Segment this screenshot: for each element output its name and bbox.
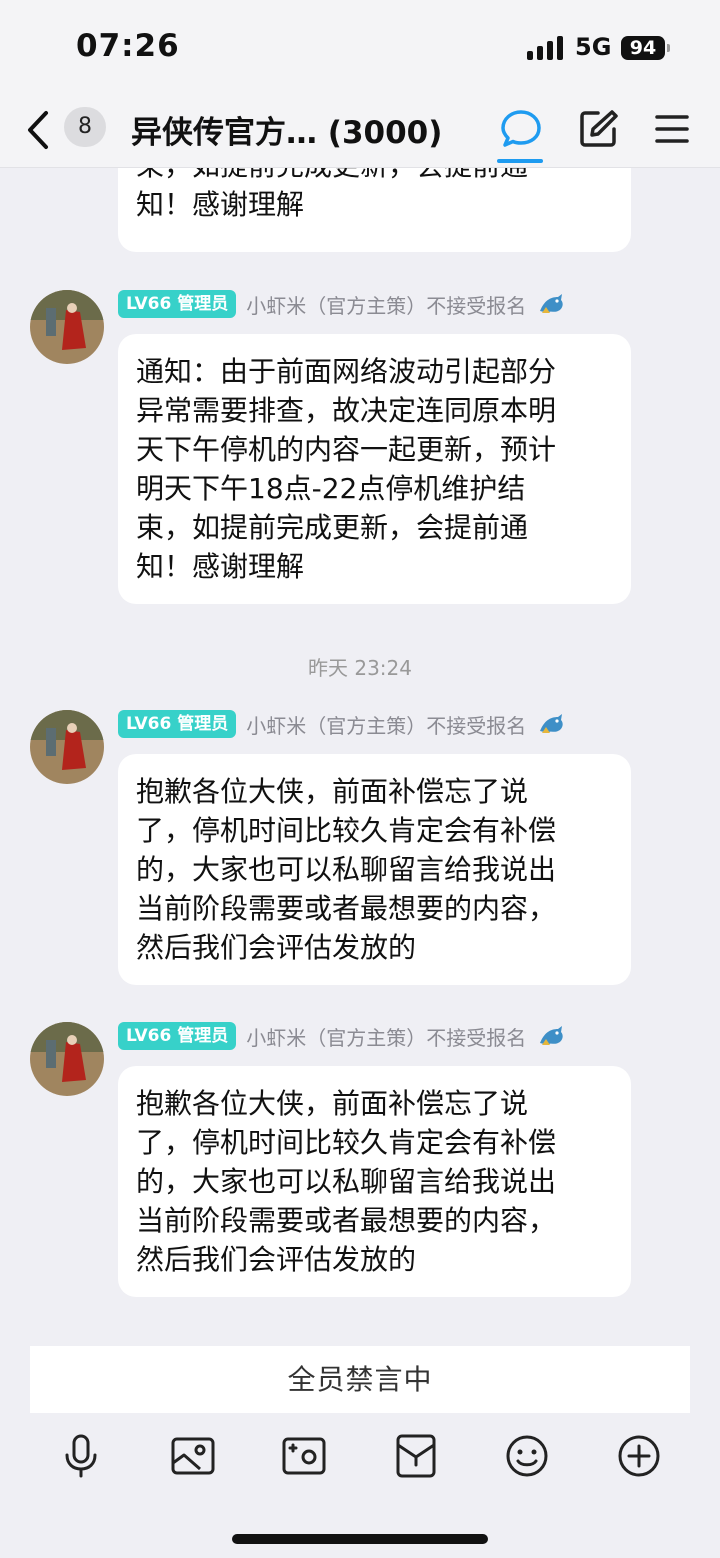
chat-bubble-icon[interactable] [499,107,543,151]
avatar[interactable] [30,710,104,784]
emoji-icon[interactable] [504,1433,550,1479]
avatar[interactable] [30,1022,104,1096]
message-text: 通知：由于前面网络波动引起部分 异常需要排查，故决定连同原本明 天下午停机的内容… [136,355,557,583]
message-timestamp: 昨天 23:24 [308,656,412,680]
sender-row: LV66 管理员 小虾米（官方主策）不接受报名 [118,1021,566,1051]
message-bubble[interactable]: 束，如提前完成更新，会提前通 知！感谢理解 [118,168,631,252]
message-bubble[interactable]: 通知：由于前面网络波动引起部分 异常需要排查，故决定连同原本明 天下午停机的内容… [118,334,631,604]
home-indicator[interactable] [232,1534,488,1544]
chat-header: 8 异侠传官方… (3000) [0,95,720,168]
dragon-badge-icon [540,1026,563,1045]
message-text: 抱歉各位大侠，前面补偿忘了说 了，停机时间比较久肯定会有补偿 的，大家也可以私聊… [136,1087,557,1276]
message-text: 束，如提前完成更新，会提前通 知！感谢理解 [136,168,528,221]
battery-icon: 94 [621,36,665,60]
unread-count-badge[interactable]: 8 [64,107,106,147]
message-text: 抱歉各位大侠，前面补偿忘了说 了，停机时间比较久肯定会有补偿 的，大家也可以私聊… [136,775,557,964]
sender-name[interactable]: 小虾米（官方主策）不接受报名 [246,290,526,319]
sender-name[interactable]: 小虾米（官方主策）不接受报名 [246,710,526,739]
dragon-badge-icon [540,714,563,733]
sender-name[interactable]: 小虾米（官方主策）不接受报名 [246,1022,526,1051]
image-icon[interactable] [170,1433,216,1479]
muted-notice: 全员禁言中 [30,1346,690,1413]
plus-icon[interactable] [616,1433,662,1479]
sender-row: LV66 管理员 小虾米（官方主策）不接受报名 [118,289,566,319]
red-packet-icon[interactable] [393,1433,439,1479]
microphone-icon[interactable] [58,1433,104,1479]
message-list[interactable]: 束，如提前完成更新，会提前通 知！感谢理解 LV66 管理员 小虾米（官方主策）… [0,168,720,1331]
signal-icon [527,36,565,60]
back-chevron-icon[interactable] [24,109,54,151]
dragon-badge-icon [540,294,563,313]
level-badge: LV66 管理员 [118,710,237,738]
group-title[interactable]: 异侠传官方… (3000) [131,107,442,152]
menu-icon[interactable] [650,107,694,151]
level-badge: LV66 管理员 [118,290,237,318]
network-type: 5G [575,33,612,61]
battery-tip [667,44,670,52]
status-bar: 07:26 5G 94 [0,0,720,95]
level-badge: LV66 管理员 [118,1022,237,1050]
message-bubble[interactable]: 抱歉各位大侠，前面补偿忘了说 了，停机时间比较久肯定会有补偿 的，大家也可以私聊… [118,1066,631,1297]
active-tab-underline [497,159,543,163]
sender-row: LV66 管理员 小虾米（官方主策）不接受报名 [118,709,566,739]
camera-icon[interactable] [281,1433,327,1479]
status-time: 07:26 [76,28,180,64]
edit-icon[interactable] [576,107,620,151]
bottom-panel: 全员禁言中 [0,1331,720,1558]
message-bubble[interactable]: 抱歉各位大侠，前面补偿忘了说 了，停机时间比较久肯定会有补偿 的，大家也可以私聊… [118,754,631,985]
avatar[interactable] [30,290,104,364]
